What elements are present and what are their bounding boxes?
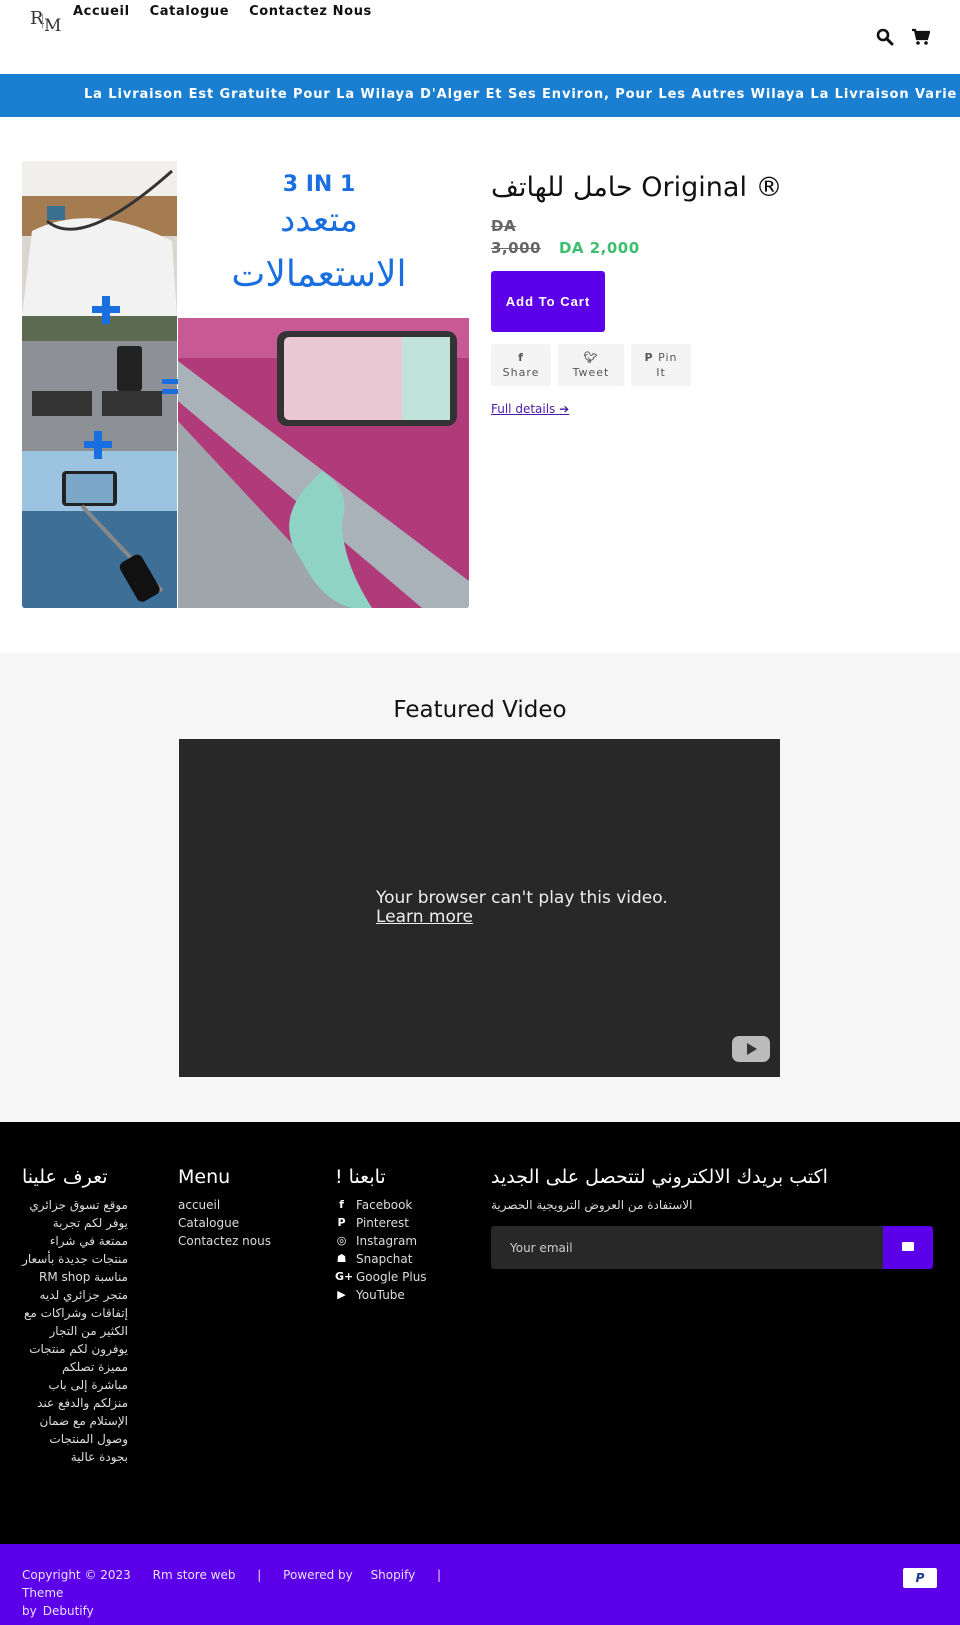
site-header: R M Accueil Catalogue Contactez Nous: [0, 0, 960, 74]
instagram-label: Instagram: [356, 1234, 418, 1248]
tweet-label: Tweet: [572, 366, 610, 379]
store-logo[interactable]: R M: [30, 8, 64, 36]
twitter-icon: 🐦︎: [583, 351, 599, 364]
full-details-link[interactable]: Full details ➔: [491, 402, 569, 416]
featured-video-title: Featured Video: [393, 697, 567, 723]
arrow-right-icon: ➔: [559, 402, 570, 416]
footer-link-contactez-nous[interactable]: Contactez nous: [178, 1232, 271, 1250]
newsletter-subtitle: الاستفادة من العروض الترويجية الحصرية: [491, 1198, 693, 1212]
featured-video-section: Featured Video Your browser can't play t…: [0, 653, 960, 1122]
newsletter-email-input[interactable]: [491, 1226, 883, 1269]
share-pinterest-button[interactable]: P Pin It: [631, 344, 691, 386]
share-label: Share: [502, 366, 540, 379]
facebook-icon: f: [518, 351, 524, 364]
youtube-label: YouTube: [356, 1288, 405, 1302]
envelope-icon: [902, 1242, 914, 1251]
paypal-icon: P: [903, 1568, 937, 1588]
footer-about: تعرف علينا موقع تسوق جزائري يوفر لكم تجر…: [22, 1166, 152, 1466]
announcement-text: La Livraison Est Gratuite Pour La Wilaya…: [84, 87, 960, 102]
nav-accueil[interactable]: Accueil: [73, 4, 130, 19]
learn-more-link[interactable]: Learn more: [376, 907, 473, 927]
main-nav: Accueil Catalogue Contactez Nous: [73, 4, 372, 19]
youtube-play-icon[interactable]: [732, 1036, 770, 1062]
announcement-bar: La Livraison Est Gratuite Pour La Wilaya…: [0, 74, 960, 117]
pin-label: Pin It: [656, 351, 678, 379]
facebook-icon: f: [339, 1198, 344, 1211]
image-caption-top: 3 IN 1: [283, 172, 356, 197]
product-image[interactable]: 3 IN 1 متعدد الاستعمالات: [22, 161, 469, 608]
add-to-cart-button[interactable]: Add To Cart: [491, 271, 605, 332]
video-error-text: Your browser can't play this video.: [376, 888, 668, 908]
youtube-icon: ▶: [337, 1288, 346, 1301]
search-icon[interactable]: [876, 28, 894, 46]
old-price: 3,000: [491, 239, 541, 257]
nav-contactez-nous[interactable]: Contactez Nous: [249, 4, 372, 19]
copyright-year: Copyright © 2023: [22, 1568, 131, 1582]
social-share: f Share 🐦︎ Tweet P Pin It: [491, 344, 931, 386]
full-details-label: Full details: [491, 402, 556, 416]
image-caption-ar1: متعدد: [280, 200, 358, 240]
footer-about-title: تعرف علينا: [22, 1166, 108, 1188]
footer-pinterest-link[interactable]: P Pinterest: [335, 1214, 427, 1232]
separator: |: [437, 1568, 442, 1582]
image-caption-ar2: الاستعمالات: [231, 254, 406, 295]
newsletter-form: [491, 1226, 933, 1269]
footer-instagram-link[interactable]: ◎ Instagram: [335, 1232, 427, 1250]
shopify-link[interactable]: Shopify: [371, 1568, 416, 1582]
old-price-currency: DA: [491, 217, 517, 235]
footer-snapchat-link[interactable]: ☗ Snapchat: [335, 1250, 427, 1268]
product-section: 3 IN 1 متعدد الاستعمالات حامل للهاتف Ori…: [0, 117, 960, 653]
footer-follow: تابعنا ! f Facebook P Pinterest ◎ Instagram…: [335, 1166, 427, 1304]
footer-menu: Menu accueil Catalogue Contactez nous: [178, 1166, 271, 1250]
product-info: حامل للهاتف Original ® DA 3,000 DA 2,000 …: [491, 171, 931, 417]
facebook-label: Facebook: [356, 1198, 413, 1212]
site-footer: تعرف علينا موقع تسوق جزائري يوفر لكم تجر…: [0, 1122, 960, 1544]
google-plus-icon: G+: [335, 1270, 354, 1283]
product-title: حامل للهاتف Original ®: [491, 172, 783, 203]
footer-facebook-link[interactable]: f Facebook: [335, 1196, 427, 1214]
instagram-icon: ◎: [336, 1234, 347, 1247]
nav-catalogue[interactable]: Catalogue: [150, 4, 229, 19]
video-error-message: Your browser can't play this video. Lear…: [376, 889, 668, 927]
sale-price: DA 2,000: [558, 239, 640, 257]
logo-divider: [42, 14, 43, 28]
separator: |: [257, 1568, 262, 1582]
pinterest-label: Pinterest: [356, 1216, 410, 1230]
footer-link-catalogue[interactable]: Catalogue: [178, 1214, 271, 1232]
share-twitter-button[interactable]: 🐦︎ Tweet: [558, 344, 624, 386]
footer-link-accueil[interactable]: accueil: [178, 1196, 271, 1214]
store-name-link[interactable]: Rm store web: [153, 1568, 236, 1582]
newsletter-submit-button[interactable]: [883, 1226, 933, 1269]
footer-google-plus-link[interactable]: G+ Google Plus: [335, 1268, 427, 1286]
theme-label: Theme: [22, 1586, 64, 1600]
footer-newsletter: اكتب بريدك الالكتروني لتتحصل على الجديد …: [491, 1166, 933, 1269]
video-player[interactable]: Your browser can't play this video. Lear…: [179, 739, 780, 1077]
newsletter-title: اكتب بريدك الالكتروني لتتحصل على الجديد: [491, 1166, 828, 1188]
price-block: DA 3,000 DA 2,000: [491, 215, 931, 259]
cart-icon[interactable]: [912, 28, 931, 46]
snapchat-label: Snapchat: [356, 1252, 413, 1266]
footer-menu-title: Menu: [178, 1166, 231, 1188]
copyright-bar: Copyright © 2023 Rm store web | Powered …: [0, 1544, 960, 1625]
footer-follow-title: تابعنا !: [335, 1166, 386, 1188]
pinterest-icon: P: [337, 1216, 346, 1229]
logo-letter-m: M: [44, 16, 62, 36]
copyright-text: Copyright © 2023 Rm store web | Powered …: [22, 1566, 472, 1620]
powered-by-label: Powered by: [283, 1568, 353, 1582]
by-label: by: [22, 1604, 37, 1618]
pinterest-icon: P: [644, 351, 654, 364]
snapchat-icon: ☗: [336, 1252, 347, 1265]
google-plus-label: Google Plus: [356, 1270, 427, 1284]
share-facebook-button[interactable]: f Share: [491, 344, 551, 386]
footer-youtube-link[interactable]: ▶ YouTube: [335, 1286, 427, 1304]
footer-about-text: موقع تسوق جزائري يوفر لكم تجربة ممتعة في…: [22, 1198, 128, 1464]
debutify-link[interactable]: Debutify: [43, 1604, 94, 1618]
